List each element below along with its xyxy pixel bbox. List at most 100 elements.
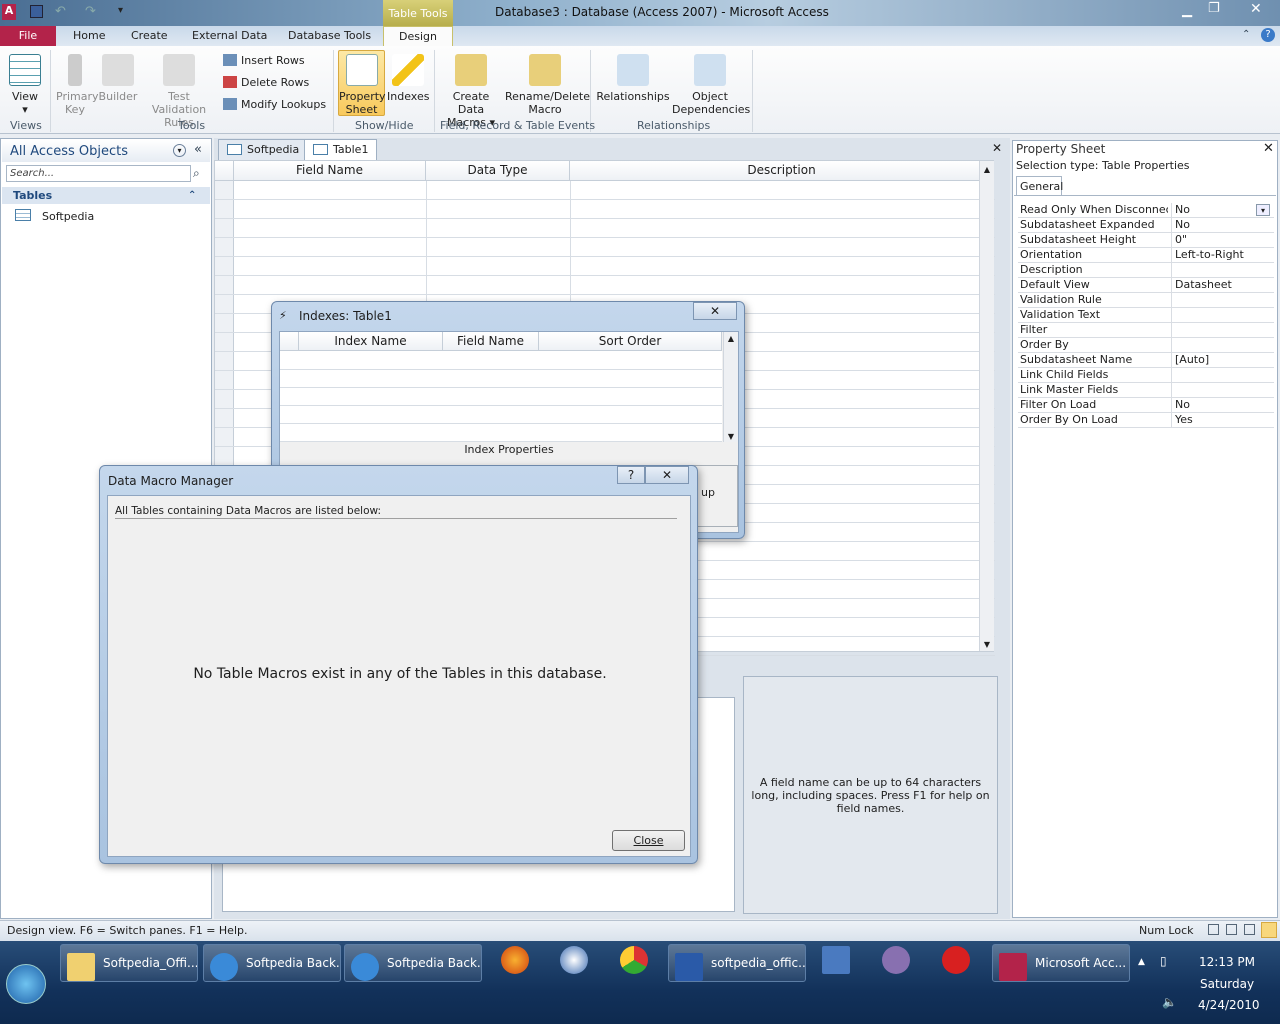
property-row[interactable]: Description [1018,263,1274,278]
search-input[interactable]: Search... [6,165,191,182]
tab-home[interactable]: Home [73,29,105,42]
indexes-scrollbar[interactable]: ▲ ▼ [723,332,738,442]
property-value[interactable] [1171,338,1274,353]
close-document-icon[interactable]: ✕ [992,141,1002,155]
select-all-corner[interactable] [215,161,234,181]
property-value[interactable]: No [1171,398,1274,413]
save-icon[interactable] [30,5,43,18]
index-row[interactable] [280,405,722,424]
nav-menu-chevron-icon[interactable]: ▾ [173,144,186,157]
search-icon[interactable]: ⌕ [193,166,200,181]
property-value[interactable]: Yes [1171,413,1274,428]
table-row[interactable] [215,257,995,276]
object-dependencies-button[interactable]: Object Dependencies [672,54,750,116]
close-button[interactable]: Close [612,830,685,851]
property-row[interactable]: Default View Datasheet [1018,278,1274,293]
test-validation-rules-button[interactable]: Test Validation Rules [140,54,218,129]
index-row[interactable] [280,423,722,442]
insert-rows-button[interactable]: Insert Rows [223,54,305,67]
property-sheet-button[interactable]: Property Sheet [338,50,386,116]
design-view-icon[interactable] [1261,922,1277,938]
tab-file[interactable]: File [0,26,56,46]
property-row[interactable]: Link Child Fields [1018,368,1274,383]
collapse-icon[interactable]: ⌃ [188,187,196,204]
property-value[interactable]: [Auto] [1171,353,1274,368]
pivottable-view-icon[interactable] [1226,924,1237,935]
table-row[interactable] [215,219,995,238]
property-row[interactable]: Order By On Load Yes [1018,413,1274,428]
clock-time[interactable]: 12:13 PM [1199,955,1255,969]
network-icon[interactable]: ▯ [1160,954,1167,968]
view-button[interactable]: View ▾ [6,54,44,116]
create-data-macros-button[interactable]: Create Data Macros ▾ [438,54,504,129]
help-icon[interactable]: ? [1261,28,1275,42]
relationships-button[interactable]: Relationships [596,54,670,103]
property-row[interactable]: Validation Text [1018,308,1274,323]
taskbar-ie-2[interactable]: Softpedia Back... [344,944,482,982]
minimize-button[interactable]: ▁ [1182,3,1192,18]
taskbar-explorer[interactable]: Softpedia_Offi... [60,944,198,982]
pivotchart-view-icon[interactable] [1244,924,1255,935]
indexes-close-button[interactable]: ✕ [693,302,737,320]
restore-button[interactable]: ❐ [1208,1,1220,16]
chrome-icon[interactable] [620,946,648,974]
property-value[interactable] [1171,263,1274,278]
index-row[interactable] [280,369,722,388]
doc-tab-softpedia[interactable]: Softpedia [218,139,309,160]
index-row[interactable] [280,351,722,370]
scroll-up-arrow-icon[interactable]: ▲ [980,165,994,174]
property-value[interactable] [1171,368,1274,383]
property-row[interactable]: Subdatasheet Expanded No [1018,218,1274,233]
access-logo-icon[interactable]: A [2,4,16,20]
tab-create[interactable]: Create [131,29,168,42]
firefox-icon[interactable] [501,946,529,974]
scroll-up-arrow-icon[interactable]: ▲ [724,334,738,343]
property-value[interactable] [1171,323,1274,338]
rename-delete-macro-button[interactable]: Rename/Delete Macro [505,54,590,116]
datasheet-view-icon[interactable] [1208,924,1219,935]
doc-tab-table1[interactable]: Table1 [304,139,378,160]
close-property-sheet-icon[interactable]: ✕ [1263,141,1274,156]
help-button[interactable]: ? [617,466,645,484]
property-row[interactable]: Read Only When DisconnectedNo [1018,203,1274,218]
index-row[interactable] [280,387,722,406]
tab-database-tools[interactable]: Database Tools [288,29,371,42]
minimize-ribbon-icon[interactable]: ⌃ [1242,29,1250,40]
taskbar-word[interactable]: softpedia_offic... [668,944,806,982]
start-button[interactable] [6,964,46,1004]
table-row[interactable] [215,276,995,295]
property-row[interactable]: Filter [1018,323,1274,338]
property-value[interactable] [1171,293,1274,308]
builder-button[interactable]: Builder [98,54,138,103]
property-value[interactable]: Datasheet [1171,278,1274,293]
table-row[interactable] [215,238,995,257]
modify-lookups-button[interactable]: Modify Lookups [223,98,326,111]
nav-header[interactable]: All Access Objects ▾ « [2,140,210,162]
scroll-down-arrow-icon[interactable]: ▼ [980,640,994,649]
table-row[interactable] [215,181,995,200]
vertical-scrollbar[interactable]: ▲ ▼ [979,161,994,651]
taskbar-access[interactable]: Microsoft Acc... [992,944,1130,982]
property-row[interactable]: Order By [1018,338,1274,353]
taskbar-ie-1[interactable]: Softpedia Back... [203,944,341,982]
tab-external-data[interactable]: External Data [192,29,267,42]
property-value[interactable]: Left-to-Right [1171,248,1274,263]
table-row[interactable] [215,200,995,219]
tab-general[interactable]: General [1016,176,1063,196]
delete-rows-button[interactable]: Delete Rows [223,76,309,89]
tab-design[interactable]: Design [383,26,453,47]
property-value[interactable]: No [1171,218,1274,233]
tables-section-header[interactable]: Tables ⌃ [2,187,210,204]
property-row[interactable]: Subdatasheet Height 0" [1018,233,1274,248]
undo-icon[interactable]: ↶ [55,4,66,19]
property-row[interactable]: Validation Rule [1018,293,1274,308]
dropdown-arrow-icon[interactable]: ▾ [1256,204,1270,216]
show-hidden-icons[interactable]: ▲ [1138,957,1145,967]
property-value[interactable] [1171,383,1274,398]
volume-icon[interactable]: 🔈 [1162,995,1177,1009]
redo-icon[interactable]: ↷ [85,4,96,19]
property-row[interactable]: Link Master Fields [1018,383,1274,398]
property-row[interactable]: Orientation Left-to-Right [1018,248,1274,263]
property-value[interactable] [1171,308,1274,323]
customize-toolbar-icon[interactable]: ▾ [118,5,123,16]
